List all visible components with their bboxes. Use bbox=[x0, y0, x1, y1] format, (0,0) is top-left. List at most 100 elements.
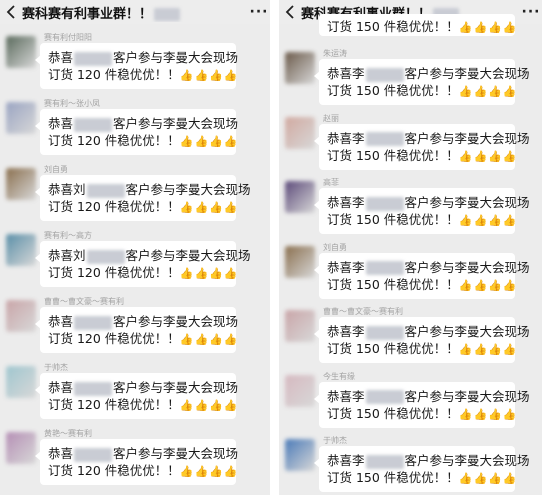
chat-message: 高菲 恭喜李 客户参与李曼大会现场 订货 150 件稳优优！！👍👍👍👍 bbox=[279, 175, 542, 240]
message-text: 客户参与李曼大会现场 bbox=[404, 453, 530, 468]
redacted-name bbox=[365, 390, 404, 404]
message-text: 恭喜 bbox=[48, 446, 74, 461]
message-line: 恭喜 客户参与李曼大会现场 bbox=[48, 49, 238, 66]
chat-message: 黄艳～赛有利 恭喜 客户参与李曼大会现场 订货 120 件稳优优！！👍👍👍👍 bbox=[0, 426, 270, 492]
message-text: 恭喜李 bbox=[327, 324, 365, 339]
more-options-icon[interactable]: ··· bbox=[248, 4, 270, 20]
message-line: 订货 150 件稳优优！！👍👍👍👍 bbox=[327, 82, 518, 100]
message-bubble[interactable]: 恭喜 客户参与李曼大会现场 订货 120 件稳优优！！👍👍👍👍 bbox=[35, 43, 239, 89]
message-line: 恭喜李 客户参与李曼大会现场 bbox=[327, 259, 530, 276]
message-bubble[interactable]: 恭喜李 客户参与李曼大会现场 订货 150 件稳优优！！👍👍👍👍 bbox=[314, 317, 530, 363]
chat-panel-right: 赛科赛有利事业群！！ ··· 订货 150 件稳优优！！👍👍👍👍 朱运涛恭喜李客… bbox=[279, 0, 542, 495]
sender-name: 于帅杰 bbox=[323, 436, 347, 445]
message-line: 恭喜 客户参与李曼大会现场 bbox=[48, 379, 238, 396]
message-line: 订货 150 件稳优优！！👍👍👍👍 bbox=[327, 147, 517, 165]
avatar[interactable] bbox=[285, 374, 315, 407]
message-text: 客户参与李曼大会现场 bbox=[113, 446, 239, 461]
thumbs-up-icon: 👍👍👍👍 bbox=[458, 343, 518, 356]
chat-message: 赛有利～高方 恭喜刘 客户参与李曼大会现场 订货 120 件稳优优！！👍👍👍👍 bbox=[0, 228, 270, 294]
avatar[interactable] bbox=[6, 234, 36, 266]
message-text: 订货 120 件稳优优！！ bbox=[48, 133, 180, 148]
message-line: 订货 120 件稳优优！！👍👍👍👍 bbox=[48, 198, 239, 216]
avatar[interactable] bbox=[285, 310, 315, 342]
message-bubble[interactable]: 恭喜 客户参与李曼大会现场 订货 120 件稳优优！！👍👍👍👍 bbox=[35, 439, 239, 485]
message-line: 订货 150 件稳优优！！👍👍👍👍 bbox=[327, 276, 517, 294]
thumbs-up-icon: 👍👍👍👍 bbox=[458, 21, 518, 34]
message-bubble[interactable]: 恭喜刘 客户参与李曼大会现场 订货 120 件稳优优！！👍👍👍👍 bbox=[35, 241, 251, 287]
avatar[interactable] bbox=[6, 36, 36, 68]
avatar[interactable] bbox=[285, 439, 315, 471]
redacted-name bbox=[74, 51, 113, 66]
message-bubble[interactable]: 恭喜 客户参与李曼大会现场 订货 120 件稳优优！！👍👍👍👍 bbox=[35, 109, 238, 155]
chat-message: 于帅杰 恭喜 客户参与李曼大会现场 订货 120 件稳优优！！👍👍👍👍 bbox=[0, 360, 270, 426]
message-text: 客户参与李曼大会现场 bbox=[404, 195, 530, 210]
message-bubble[interactable]: 恭喜李 客户参与李曼大会现场 订货 150 件稳优优！！👍👍👍👍 bbox=[314, 59, 530, 105]
avatar[interactable] bbox=[6, 432, 36, 464]
redacted-name bbox=[86, 249, 125, 264]
chat-message: 赛有利～张小凤 恭喜 客户参与李曼大会现场 订货 120 件稳优优！！👍👍👍👍 bbox=[0, 96, 270, 162]
message-text: 订货 150 件稳优优！！ bbox=[327, 19, 459, 34]
redacted-name bbox=[365, 454, 404, 469]
chat-message: 刘自勇 恭喜刘 客户参与李曼大会现场 订货 120 件稳优优！！👍👍👍👍 bbox=[0, 162, 270, 228]
thumbs-up-icon: 👍👍👍👍 bbox=[458, 407, 518, 421]
message-bubble[interactable]: 恭喜李 客户参与李曼大会现场 订货 150 件稳优优！！👍👍👍👍 bbox=[314, 123, 530, 170]
message-bubble[interactable]: 恭喜 客户参与李曼大会现场 订货 120 件稳优优！！👍👍👍👍 bbox=[35, 373, 238, 419]
redacted-name bbox=[365, 196, 404, 211]
sender-name: 赛有利付阳阳 bbox=[44, 33, 92, 42]
message-line: 恭喜李 客户参与李曼大会现场 bbox=[327, 65, 530, 82]
message-text: 客户参与李曼大会现场 bbox=[404, 388, 530, 404]
redacted-text bbox=[154, 7, 181, 21]
message-bubble[interactable]: 恭喜李 客户参与李曼大会现场 订货 150 件稳优优！！👍👍👍👍 bbox=[314, 188, 530, 234]
message-line: 订货 120 件稳优优！！👍👍👍👍 bbox=[48, 132, 238, 150]
back-button[interactable] bbox=[279, 0, 301, 24]
message-text: 恭喜刘 bbox=[48, 248, 86, 263]
avatar[interactable] bbox=[285, 181, 315, 213]
sender-name: 赵丽 bbox=[323, 113, 339, 123]
message-line: 订货 150 件稳优优！！👍👍👍👍 bbox=[327, 469, 517, 487]
message-text: 恭喜 bbox=[48, 314, 74, 329]
message-bubble[interactable]: 恭喜李 客户参与李曼大会现场 订货 150 件稳优优！！👍👍👍👍 bbox=[314, 381, 530, 428]
message-line: 恭喜 客户参与李曼大会现场 bbox=[48, 445, 239, 462]
message-text: 订货 120 件稳优优！！ bbox=[48, 67, 180, 82]
avatar[interactable] bbox=[285, 245, 315, 278]
message-line: 订货 120 件稳优优！！👍👍👍👍 bbox=[48, 462, 238, 480]
sender-name: 朱运涛 bbox=[323, 49, 347, 58]
message-bubble[interactable]: 恭喜刘 客户参与李曼大会现场 订货 120 件稳优优！！👍👍👍👍 bbox=[35, 175, 251, 221]
thumbs-up-icon: 👍👍👍👍 bbox=[179, 201, 239, 214]
panel-divider bbox=[270, 0, 279, 495]
message-bubble[interactable]: 恭喜 客户参与李曼大会现场 订货 120 件稳优优！！👍👍👍👍 bbox=[35, 307, 239, 353]
message-bubble-partial[interactable]: 订货 150 件稳优优！！👍👍👍👍 bbox=[319, 14, 518, 36]
message-text: 客户参与李曼大会现场 bbox=[404, 66, 530, 81]
chat-message: 曹曹～曹文豪～赛有利 恭喜 客户参与李曼大会现场 订货 120 件稳优优！！👍👍👍👍 bbox=[0, 294, 270, 360]
message-text: 客户参与李曼大会现场 bbox=[125, 182, 251, 197]
avatar[interactable] bbox=[6, 300, 36, 332]
avatar[interactable] bbox=[6, 366, 36, 398]
redacted-name bbox=[74, 447, 113, 462]
sender-name: 曹曹～曹文豪～赛有利 bbox=[44, 297, 124, 306]
message-text: 客户参与李曼大会现场 bbox=[125, 248, 251, 263]
message-line: 订货 120 件稳优优！！👍👍👍👍 bbox=[48, 264, 238, 282]
thumbs-up-icon: 👍👍👍👍 bbox=[458, 85, 518, 98]
message-line: 恭喜李 客户参与李曼大会现场 bbox=[327, 130, 530, 147]
message-text: 客户参与李曼大会现场 bbox=[404, 130, 530, 146]
avatar[interactable] bbox=[6, 168, 36, 200]
avatar[interactable] bbox=[6, 102, 36, 134]
message-bubble[interactable]: 恭喜李 客户参与李曼大会现场 订货 150 件稳优优！！👍👍👍👍 bbox=[314, 446, 530, 492]
message-text: 订货 120 件稳优优！！ bbox=[48, 463, 180, 478]
message-line: 恭喜 客户参与李曼大会现场 bbox=[48, 115, 238, 132]
thumbs-up-icon: 👍👍👍👍 bbox=[179, 69, 239, 82]
chat-message: 朱运涛 恭喜李 客户参与李曼大会现场 订货 150 件稳优优！！👍👍👍👍 bbox=[279, 46, 542, 111]
message-line: 恭喜李 客户参与李曼大会现场 bbox=[327, 323, 530, 340]
avatar[interactable] bbox=[285, 52, 315, 84]
avatar[interactable] bbox=[285, 116, 315, 149]
chat-header: 赛科赛有利事业群！！ ··· bbox=[0, 0, 270, 24]
message-text: 订货 150 件稳优优！！ bbox=[327, 147, 459, 163]
message-bubble[interactable]: 恭喜李 客户参与李曼大会现场 订货 150 件稳优优！！👍👍👍👍 bbox=[314, 252, 530, 299]
redacted-name bbox=[365, 325, 404, 340]
back-button[interactable] bbox=[0, 0, 22, 24]
message-line: 恭喜刘 客户参与李曼大会现场 bbox=[48, 181, 251, 198]
more-options-icon[interactable]: ··· bbox=[520, 4, 542, 20]
message-line: 恭喜李 客户参与李曼大会现场 bbox=[327, 388, 530, 405]
message-text: 客户参与李曼大会现场 bbox=[113, 314, 239, 329]
message-text: 订货 150 件稳优优！！ bbox=[327, 212, 459, 227]
